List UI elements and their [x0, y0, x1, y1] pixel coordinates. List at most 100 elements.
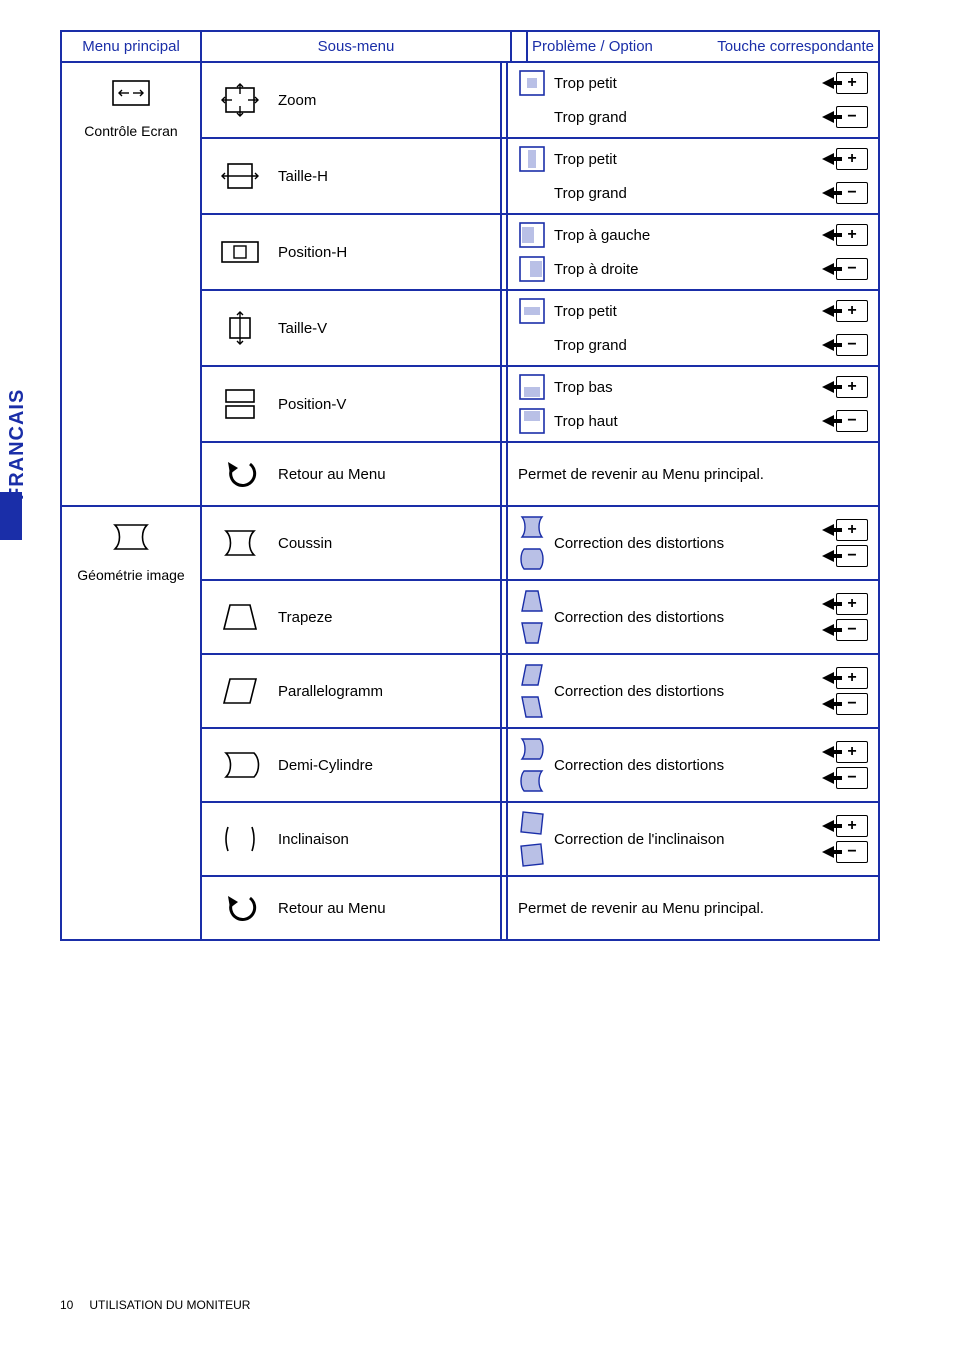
submenu-cell: Coussin	[202, 507, 502, 579]
trapeze-down-icon	[518, 619, 546, 647]
problem-line: Trop à gauche +	[518, 221, 868, 249]
row-demi-cylindre: Demi-Cylindre Correction des distortions…	[202, 729, 878, 803]
pointer-left-icon	[822, 77, 834, 89]
section-geometrie-image: Géométrie image Coussin	[62, 507, 878, 939]
trapeze-up-icon	[518, 587, 546, 615]
key-column: + −	[822, 667, 868, 715]
key-group: +	[822, 519, 868, 541]
key-group: −	[822, 258, 868, 280]
row-coussin: Coussin Correction des distortions +	[202, 507, 878, 581]
problem-text: Trop grand	[550, 109, 818, 126]
key-group: +	[822, 300, 868, 322]
problem-line: Trop petit +	[518, 145, 868, 173]
tilt-cw-icon	[518, 809, 546, 837]
submenu-cell: Retour au Menu	[202, 877, 502, 939]
hsize-icon	[216, 156, 264, 196]
submenu-label: Retour au Menu	[278, 900, 386, 917]
distortion-icons	[518, 587, 546, 647]
problem-text: Trop grand	[550, 185, 818, 202]
geometry-icon	[107, 517, 155, 557]
problem-text: Trop petit	[550, 303, 818, 320]
vpos-icon	[216, 384, 264, 424]
problem-line: Trop petit +	[518, 297, 868, 325]
hpos-left-icon	[518, 221, 546, 249]
distortion-icons	[518, 735, 546, 795]
problem-cell: Trop petit + Trop grand −	[508, 291, 878, 365]
screen-control-icon	[107, 73, 155, 113]
key-group: +	[822, 667, 868, 689]
th-key: Touche correspondante	[717, 38, 874, 55]
submenu-label: Zoom	[278, 92, 316, 109]
pointer-left-icon	[822, 624, 834, 636]
tilt-icon	[216, 819, 264, 859]
pointer-left-icon	[822, 229, 834, 241]
problem-cell: Correction de l'inclinaison + −	[508, 803, 878, 875]
problem-text: Trop haut	[550, 413, 818, 430]
problem-line: Correction des distortions + −	[518, 513, 868, 573]
key-column: + −	[822, 815, 868, 863]
th-problem-key: Problème / Option Touche correspondante	[528, 32, 878, 61]
problem-text: Correction des distortions	[550, 609, 818, 626]
submenu-cell: Taille-V	[202, 291, 502, 365]
return-arrow-icon	[216, 454, 264, 494]
key-group: −	[822, 182, 868, 204]
pointer-left-icon	[822, 846, 834, 858]
zoom-icon	[216, 80, 264, 120]
pointer-left-icon	[822, 672, 834, 684]
submenu-label: Parallelogramm	[278, 683, 383, 700]
half-cylinder-icon	[216, 745, 264, 785]
problem-line: Trop haut −	[518, 407, 868, 435]
language-tab: FRANCAIS	[0, 340, 48, 540]
hsize-small-icon	[518, 145, 546, 173]
osd-menu-table: Menu principal Sous-menu Problème / Opti…	[60, 30, 880, 941]
trapezoid-icon	[216, 597, 264, 637]
row-return: Retour au Menu Permet de revenir au Menu…	[202, 877, 878, 939]
submenu-cell: Position-V	[202, 367, 502, 441]
problem-cell: Trop petit + Trop grand −	[508, 63, 878, 137]
submenu-label: Position-H	[278, 244, 347, 261]
problem-line: Correction des distortions + −	[518, 587, 868, 647]
problem-text: Correction de l'inclinaison	[550, 831, 818, 848]
problem-line: Correction des distortions + −	[518, 735, 868, 795]
problem-cell: Trop petit + Trop grand −	[508, 139, 878, 213]
table-header-row: Menu principal Sous-menu Problème / Opti…	[62, 32, 878, 63]
row-taille-v: Taille-V Trop petit +	[202, 291, 878, 367]
para-right-icon	[518, 693, 546, 721]
key-group: −	[822, 767, 868, 789]
problem-line: Correction de l'inclinaison + −	[518, 809, 868, 869]
problem-text: Trop petit	[550, 75, 818, 92]
pointer-left-icon	[822, 550, 834, 562]
page: FRANCAIS Menu principal Sous-menu Problè…	[0, 0, 954, 1352]
key-group: −	[822, 841, 868, 863]
problem-line: Correction des distortions + −	[518, 661, 868, 721]
submenu-label: Position-V	[278, 396, 346, 413]
halfcyl-a-icon	[518, 735, 546, 763]
problem-line: Trop petit +	[518, 69, 868, 97]
row-taille-h: Taille-H Trop petit +	[202, 139, 878, 215]
pincushion-icon	[216, 523, 264, 563]
pincushion-in-icon	[518, 513, 546, 541]
sub-rows: Coussin Correction des distortions +	[202, 507, 878, 939]
pointer-left-icon	[822, 524, 834, 536]
pointer-left-icon	[822, 381, 834, 393]
distortion-icons	[518, 513, 546, 573]
pointer-left-icon	[822, 153, 834, 165]
distortion-icons	[518, 661, 546, 721]
problem-text: Trop petit	[550, 151, 818, 168]
pointer-left-icon	[822, 111, 834, 123]
main-menu-cell: Géométrie image	[62, 507, 202, 939]
problem-cell: Correction des distortions + −	[508, 655, 878, 727]
pincushion-out-icon	[518, 545, 546, 573]
key-column: + −	[822, 741, 868, 789]
zoom-small-icon	[518, 69, 546, 97]
hpos-icon	[216, 232, 264, 272]
problem-text: Trop grand	[550, 337, 818, 354]
submenu-label: Taille-V	[278, 320, 327, 337]
hpos-right-icon	[518, 255, 546, 283]
problem-text: Trop à gauche	[550, 227, 818, 244]
problem-cell: Trop à gauche + Trop à droite	[508, 215, 878, 289]
row-trapeze: Trapeze Correction des distortions +	[202, 581, 878, 655]
submenu-label: Taille-H	[278, 168, 328, 185]
problem-cell: Permet de revenir au Menu principal.	[508, 877, 878, 939]
problem-cell: Trop bas + Trop haut	[508, 367, 878, 441]
